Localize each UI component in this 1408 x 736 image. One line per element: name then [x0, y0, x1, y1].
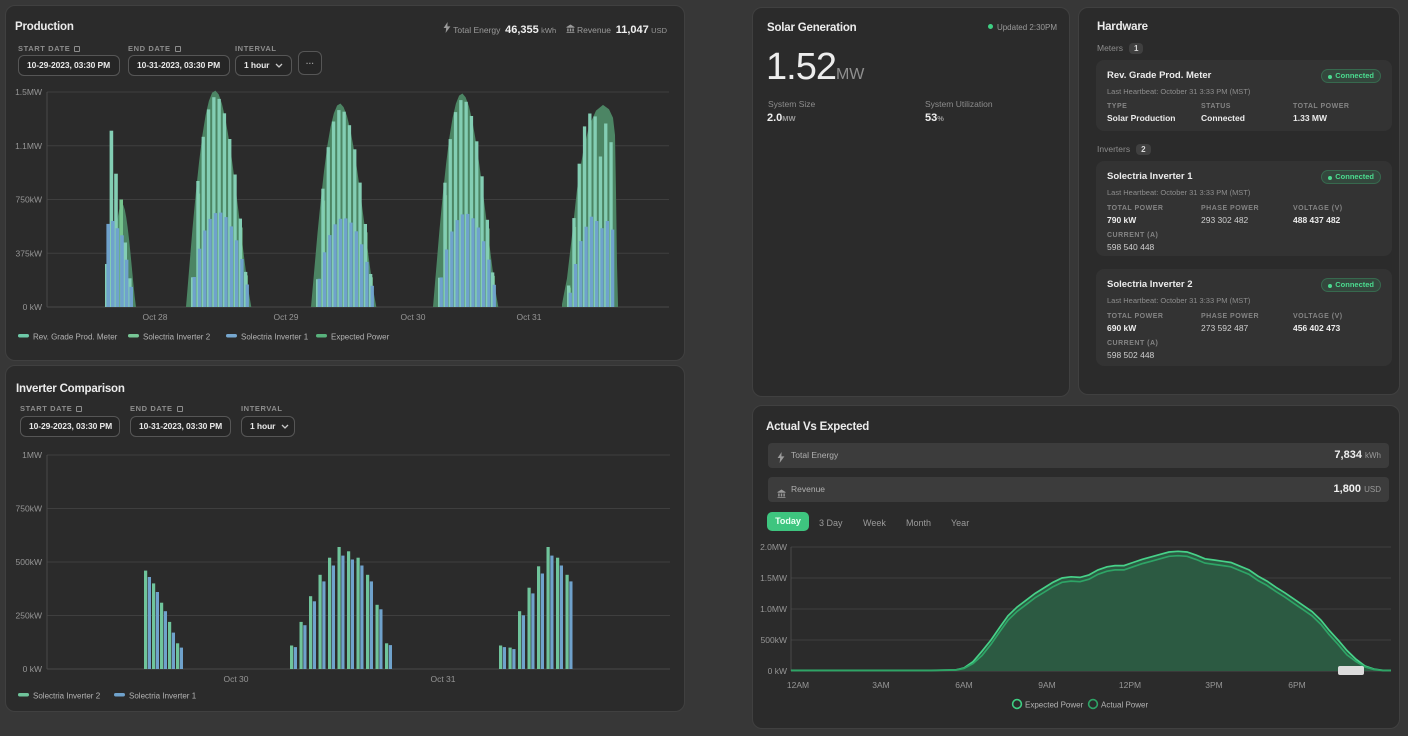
svg-text:1.1MW: 1.1MW [15, 141, 42, 151]
svg-text:0 kW: 0 kW [768, 666, 787, 676]
svg-text:12AM: 12AM [787, 680, 809, 690]
svg-text:Expected Power: Expected Power [1025, 701, 1084, 710]
svg-text:1.5MW: 1.5MW [760, 573, 787, 583]
svg-text:Solectria Inverter 2: Solectria Inverter 2 [33, 692, 101, 701]
svg-text:1.0MW: 1.0MW [760, 604, 787, 614]
svg-text:3PM: 3PM [1205, 680, 1222, 690]
svg-text:Solectria Inverter 1: Solectria Inverter 1 [241, 333, 309, 342]
svg-text:Solectria Inverter 2: Solectria Inverter 2 [143, 333, 211, 342]
svg-text:Solectria Inverter 1: Solectria Inverter 1 [129, 692, 197, 701]
svg-text:750kW: 750kW [16, 504, 42, 514]
svg-text:Expected Power: Expected Power [331, 333, 390, 342]
svg-text:9AM: 9AM [1038, 680, 1055, 690]
svg-text:375kW: 375kW [16, 248, 42, 258]
svg-text:Oct 29: Oct 29 [273, 312, 298, 322]
svg-text:Actual Power: Actual Power [1101, 701, 1148, 710]
svg-text:0 kW: 0 kW [23, 302, 42, 312]
svg-text:Oct 30: Oct 30 [400, 312, 425, 322]
svg-text:500kW: 500kW [16, 557, 42, 567]
svg-text:1MW: 1MW [22, 450, 42, 460]
svg-text:Oct 31: Oct 31 [516, 312, 541, 322]
svg-text:0 kW: 0 kW [23, 664, 42, 674]
svg-text:Rev. Grade Prod. Meter: Rev. Grade Prod. Meter [33, 333, 118, 342]
svg-text:Oct 31: Oct 31 [430, 674, 455, 684]
svg-text:Oct 30: Oct 30 [223, 674, 248, 684]
svg-text:12PM: 12PM [1119, 680, 1141, 690]
svg-text:250kW: 250kW [16, 611, 42, 621]
svg-text:1.5MW: 1.5MW [15, 87, 42, 97]
svg-text:750kW: 750kW [16, 195, 42, 205]
svg-text:500kW: 500kW [761, 635, 787, 645]
svg-text:Oct 28: Oct 28 [142, 312, 167, 322]
svg-text:3AM: 3AM [872, 680, 889, 690]
svg-text:6AM: 6AM [955, 680, 972, 690]
svg-text:2.0MW: 2.0MW [760, 542, 787, 552]
svg-text:6PM: 6PM [1288, 680, 1305, 690]
